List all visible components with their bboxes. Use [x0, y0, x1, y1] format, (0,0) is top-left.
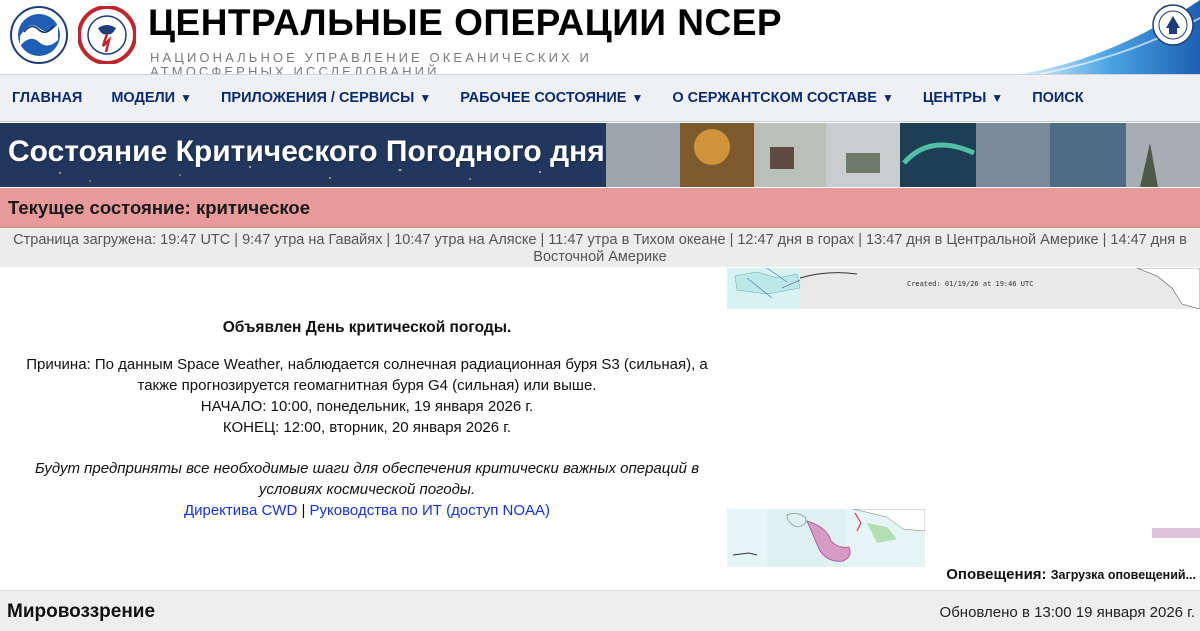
chevron-down-icon: ▼ — [419, 91, 432, 105]
nav-centers[interactable]: ЦЕНТРЫ ▼ — [923, 90, 1003, 106]
map-legend-swatch — [1152, 528, 1200, 538]
nav-home[interactable]: ГЛАВНАЯ — [12, 90, 82, 106]
alerts-value: Загрузка оповещений... — [1050, 568, 1196, 582]
nav-operational-status[interactable]: РАБОЧЕЕ СОСТОЯНИЕ ▼ — [460, 90, 643, 106]
banner-title: Состояние Критического Погодного дня — [8, 135, 605, 168]
noaa-logo[interactable] — [10, 6, 68, 64]
site-header: ЦЕНТРАЛЬНЫЕ ОПЕРАЦИИ NCEP НАЦИОНАЛЬНОЕ У… — [0, 0, 1200, 74]
site-title: ЦЕНТРАЛЬНЫЕ ОПЕРАЦИИ NCEP — [148, 2, 783, 43]
cwd-note: Будут предприняты все необходимые шаги д… — [34, 460, 700, 498]
chevron-down-icon: ▼ — [881, 91, 894, 105]
cwd-heading: Объявлен День критической погоды. — [222, 319, 512, 336]
alerts-label: Оповещения: — [946, 566, 1047, 583]
cwd-start: НАЧАЛО: 10:00, понедельник, 19 января 20… — [200, 398, 534, 415]
nav-about[interactable]: О СЕРЖАНТСКОМ СОСТАВЕ ▼ — [672, 90, 894, 106]
nav-applications[interactable]: ПРИЛОЖЕНИЯ / СЕРВИСЫ ▼ — [221, 90, 431, 106]
chevron-down-icon: ▼ — [631, 91, 644, 105]
outlook-section-header: Мировоззрение Обновлено в 13:00 19 январ… — [0, 590, 1200, 631]
page-loaded-times: Страница загружена: 19:47 UTC | 9:47 утр… — [0, 229, 1200, 267]
alerts-status: Оповещения: Загрузка оповещений... — [830, 566, 1196, 583]
outlook-updated: Обновлено в 13:00 19 января 2026 г. — [939, 604, 1195, 621]
cwd-end: КОНЕЦ: 12:00, вторник, 20 января 2026 г. — [222, 419, 512, 436]
it-guides-link[interactable]: Руководства по ИТ (доступ NOAA) — [310, 502, 551, 519]
current-status-text: Текущее состояние: критическое — [8, 196, 311, 218]
map-graphic-bottom — [727, 509, 925, 567]
link-separator: | — [301, 502, 306, 519]
cwd-directive-link[interactable]: Директива CWD — [184, 502, 297, 519]
cwd-reason: Причина: По данным Space Weather, наблюд… — [26, 356, 708, 394]
site-subtitle: НАЦИОНАЛЬНОЕ УПРАВЛЕНИЕ ОКЕАНИЧЕСКИХ И А… — [150, 50, 592, 75]
chevron-down-icon: ▼ — [991, 91, 1004, 105]
hazards-map-top[interactable]: Created: 01/19/26 at 19:46 UTC — [727, 268, 1200, 309]
hazards-map-bottom[interactable] — [727, 509, 925, 567]
nav-search[interactable]: ПОИСК — [1032, 90, 1083, 106]
outlook-title: Мировоззрение — [7, 601, 156, 622]
map-created-caption: Created: 01/19/26 at 19:46 UTC — [907, 280, 1034, 288]
page-banner: Состояние Критического Погодного дня — [0, 123, 1200, 187]
current-status-bar: Текущее состояние: критическое — [0, 188, 1200, 228]
map-graphic — [727, 268, 1200, 309]
cwd-message: Объявлен День критической погоды. Причин… — [0, 268, 734, 588]
department-of-commerce-seal[interactable] — [1152, 4, 1194, 46]
chevron-down-icon: ▼ — [180, 91, 192, 105]
cwd-links: Директива CWD | Руководства по ИТ (досту… — [0, 500, 734, 521]
nws-logo[interactable] — [77, 5, 137, 65]
main-nav: ГЛАВНАЯ МОДЕЛИ ▼ ПРИЛОЖЕНИЯ / СЕРВИСЫ ▼ РА… — [0, 74, 1200, 122]
nav-models[interactable]: МОДЕЛИ ▼ — [111, 90, 192, 106]
cwd-details: Причина: По данным Space Weather, наблюд… — [20, 354, 714, 438]
